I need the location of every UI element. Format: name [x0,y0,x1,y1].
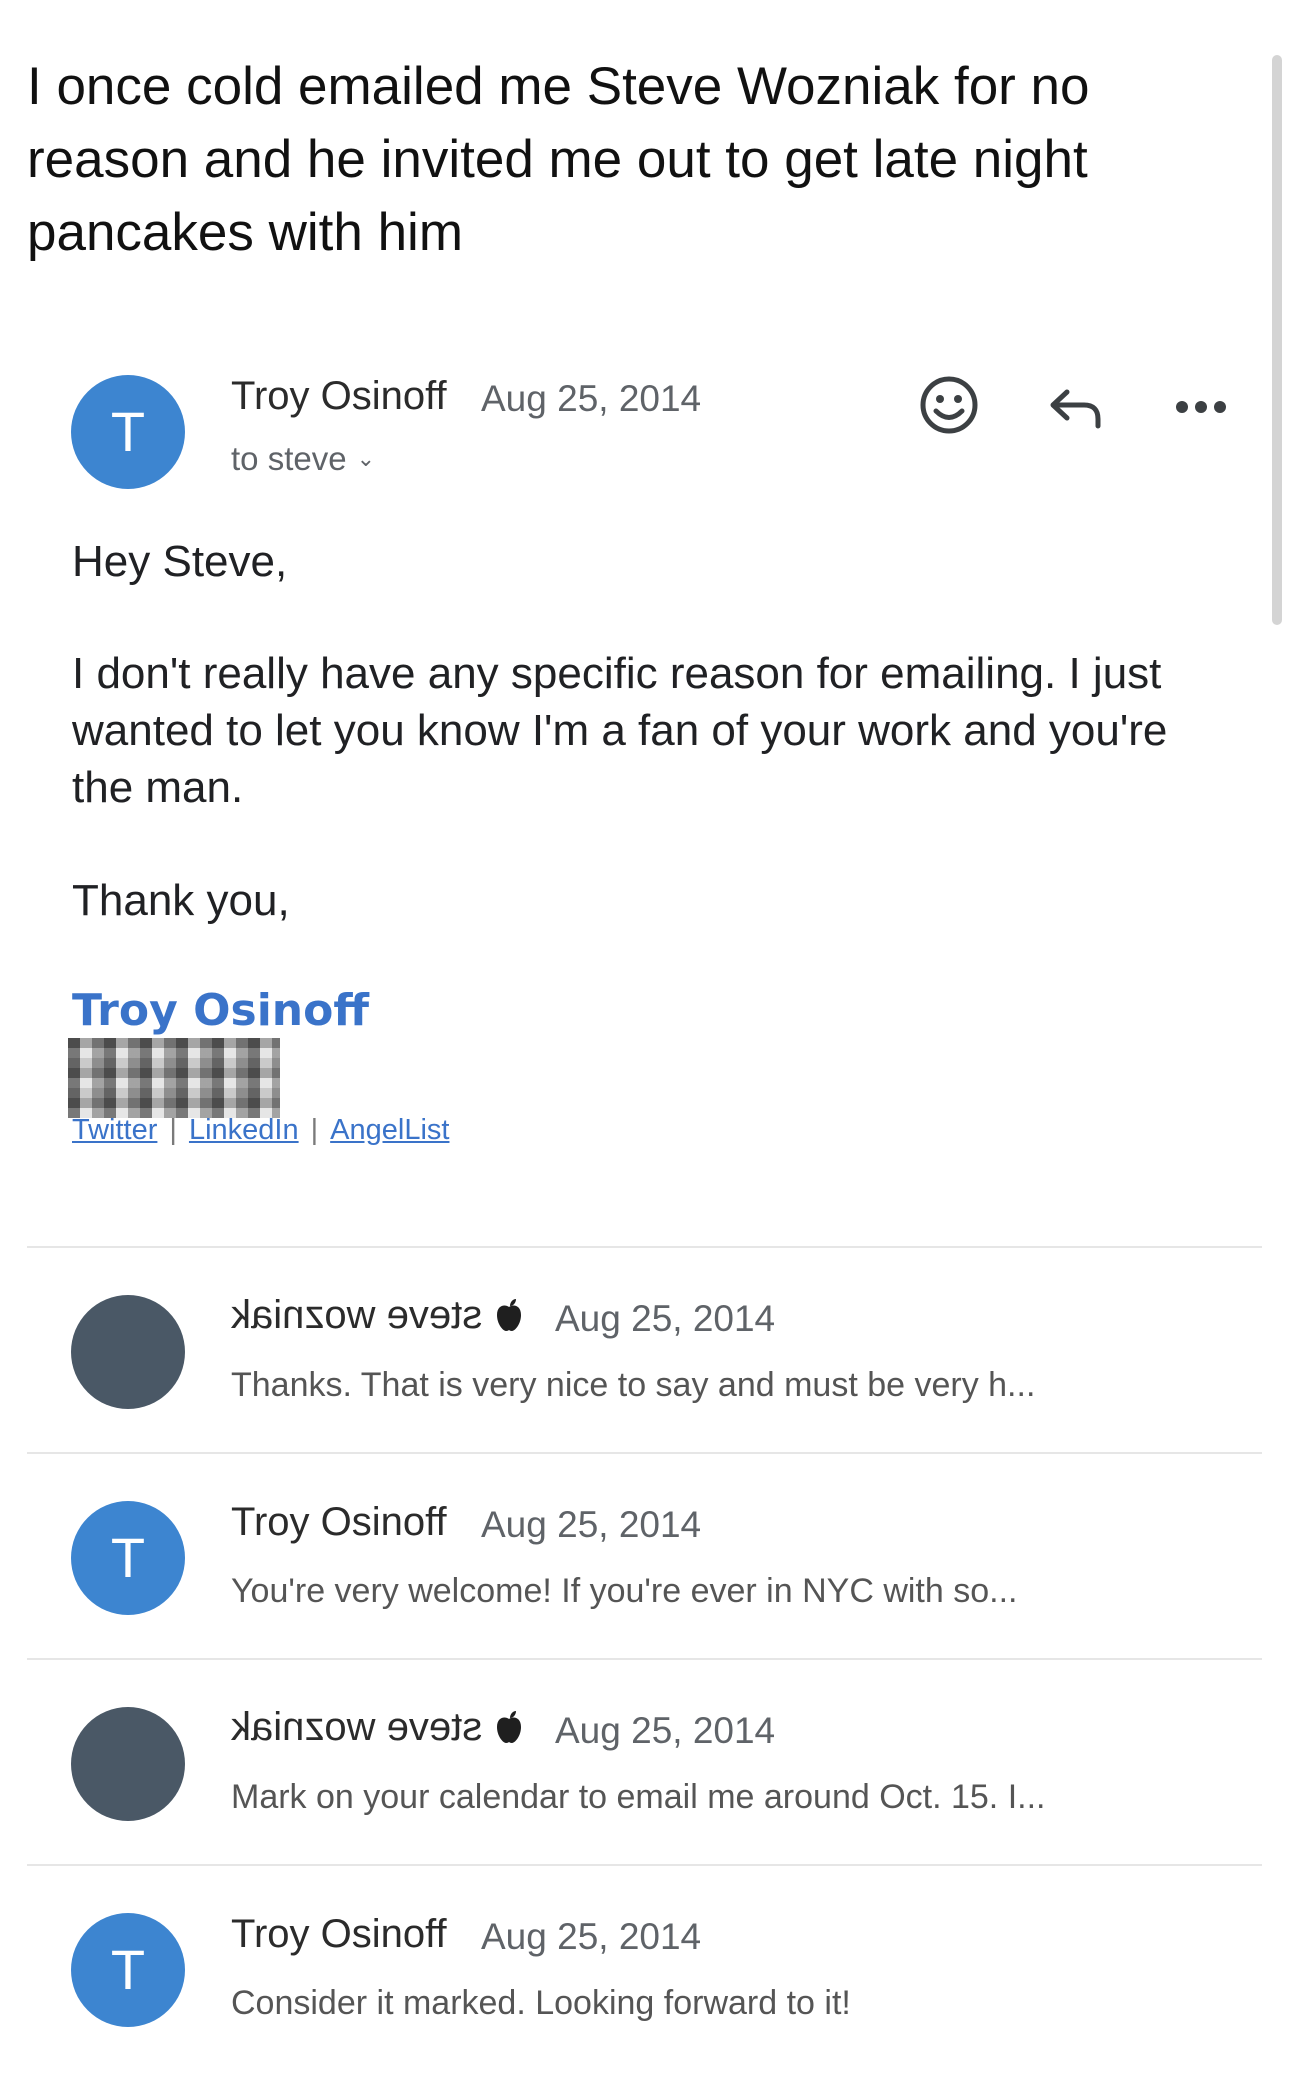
divider [27,1452,1262,1454]
more-icon[interactable] [1166,370,1236,440]
sender-avatar: T [71,1913,185,2027]
linkedin-link[interactable]: LinkedIn [189,1114,299,1146]
thread-date: Aug 25, 2014 [481,1504,702,1545]
thread-date: Aug 25, 2014 [555,1710,776,1751]
email-greeting: Hey Steve, [72,537,288,586]
sender-avatar [71,1295,185,1409]
sender-name: steve wozniak [231,1293,524,1338]
sender-name: steve wozniak [231,1705,524,1750]
signature-name: Troy Osinoff [72,985,369,1036]
sender-avatar [71,1707,185,1821]
thread-snippet: You're very welcome! If you're ever in N… [231,1572,1018,1610]
sender-name: Troy Osinoff [231,374,447,418]
recipient-line[interactable]: to steve ⌄ [231,440,375,478]
sender-name-text: steve wozniak [231,1293,483,1337]
chevron-down-icon: ⌄ [356,446,376,471]
thread-snippet: Thanks. That is very nice to say and mus… [231,1366,1036,1404]
sender-avatar[interactable]: T [71,375,185,489]
angellist-link[interactable]: AngelList [330,1114,449,1146]
apple-icon [497,1299,522,1331]
sender-name-text: steve wozniak [231,1705,483,1749]
link-separator: | [310,1114,319,1146]
divider [27,1658,1262,1660]
apple-icon [497,1711,522,1743]
email-body: I don't really have any specific reason … [72,649,1168,812]
pixelated-image [68,1038,280,1118]
link-separator: | [169,1114,177,1146]
thread-snippet: Consider it marked. Looking forward to i… [231,1984,851,2022]
scrollbar[interactable] [1272,55,1282,625]
divider [27,1246,1262,1248]
sender-name: Troy Osinoff [231,1500,447,1544]
twitter-link[interactable]: Twitter [72,1114,157,1146]
thread-snippet: Mark on your calendar to email me around… [231,1778,1046,1816]
smiley-icon[interactable] [914,370,984,440]
recipient-label: to steve [231,440,347,477]
sender-avatar: T [71,1501,185,1615]
divider [27,1864,1262,1866]
post-text: I once cold emailed me Steve Wozniak for… [27,57,1090,262]
signature-links: Twitter | LinkedIn | AngelList [72,1114,449,1147]
reply-icon[interactable] [1040,370,1110,440]
email-closing: Thank you, [72,876,290,925]
thread-date: Aug 25, 2014 [555,1298,776,1339]
thread-date: Aug 25, 2014 [481,1916,702,1957]
email-date: Aug 25, 2014 [481,378,702,419]
sender-name: Troy Osinoff [231,1912,447,1956]
